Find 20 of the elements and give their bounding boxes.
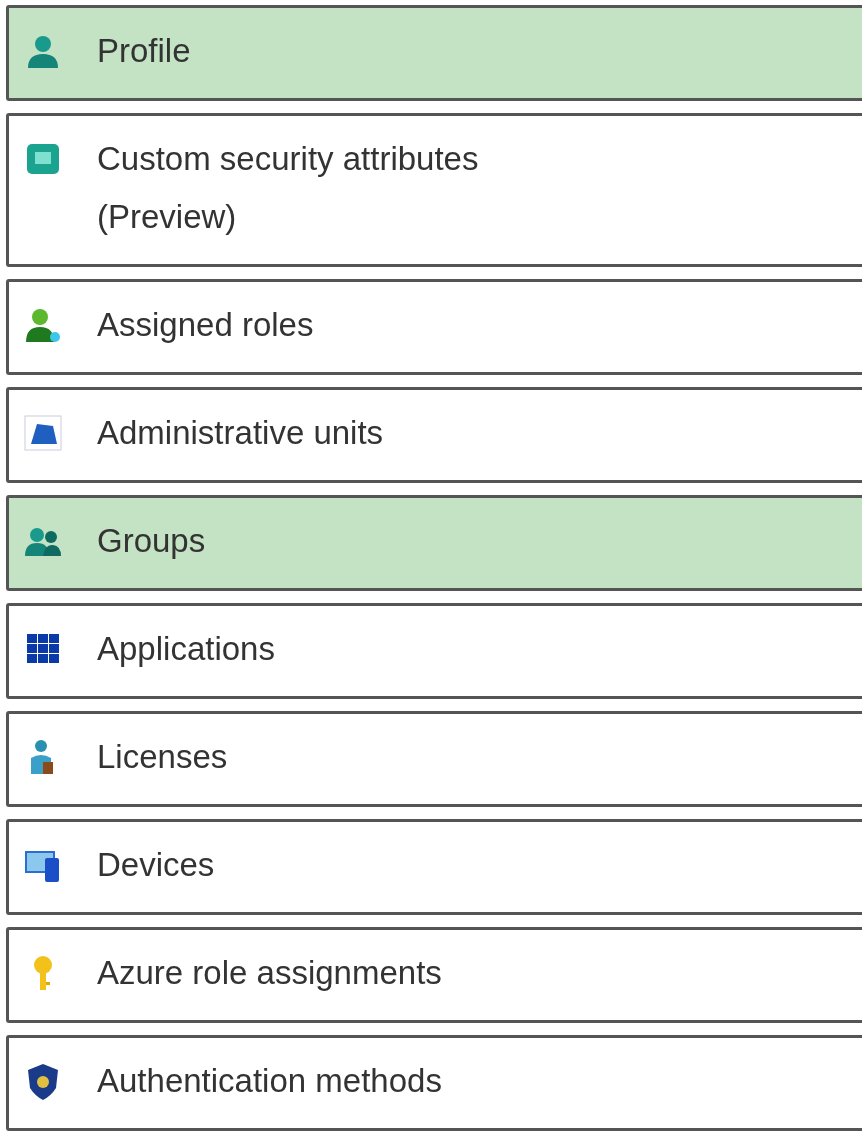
menu-item-label: Applications xyxy=(97,629,276,669)
menu-item[interactable]: Custom security attributes (Preview) xyxy=(6,113,862,267)
menu-item-label: Groups xyxy=(97,521,207,561)
menu-item-label: Administrative units xyxy=(97,413,385,453)
menu-item-label: Assigned roles xyxy=(97,305,315,345)
menu-item-label: Authentication methods xyxy=(97,1061,443,1101)
menu-item[interactable]: Devices xyxy=(6,819,862,915)
menu-item[interactable]: Azure role assignments xyxy=(6,927,862,1023)
menu-item[interactable]: Authentication methods xyxy=(6,1035,862,1131)
menu-item-label: Devices xyxy=(97,845,216,885)
menu-item-label: Azure role assignments xyxy=(97,953,443,993)
menu-item[interactable]: Licenses xyxy=(6,711,862,807)
menu-item-label: Licenses xyxy=(97,737,229,777)
menu-item[interactable]: Groups xyxy=(6,495,862,591)
menu-item-label: Custom security attributes (Preview) xyxy=(97,139,480,237)
menu-item[interactable]: Assigned roles xyxy=(6,279,862,375)
menu-item[interactable]: Profile xyxy=(6,5,862,101)
menu-item[interactable]: Applications xyxy=(6,603,862,699)
menu-item[interactable]: Administrative units xyxy=(6,387,862,483)
menu-item-label: Profile xyxy=(97,31,192,71)
